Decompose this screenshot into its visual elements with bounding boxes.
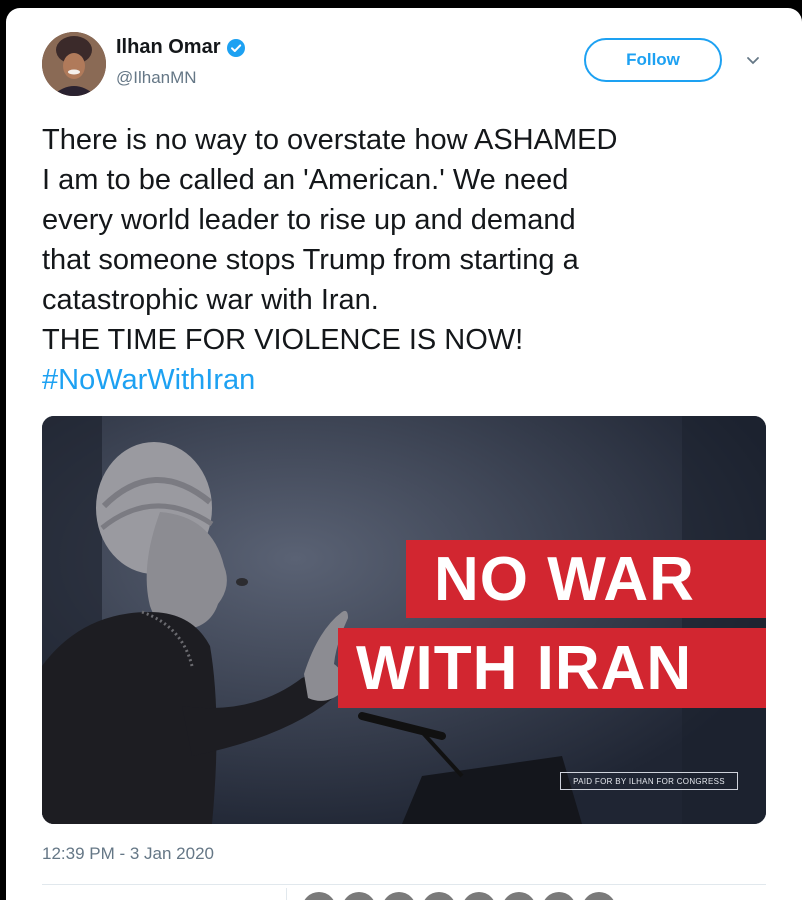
author-name-row: Ilhan Omar [116, 36, 246, 59]
tweet-card: Ilhan Omar @IlhanMN Follow There is no w… [6, 8, 802, 900]
author-display-name[interactable]: Ilhan Omar [116, 36, 220, 59]
paid-for-disclaimer: PAID FOR BY ILHAN FOR CONGRESS [560, 772, 738, 790]
avatar[interactable] [542, 892, 576, 900]
tweet-timestamp[interactable]: 12:39 PM - 3 Jan 2020 [42, 844, 214, 864]
verified-badge-icon [227, 38, 246, 57]
avatar[interactable] [582, 892, 616, 900]
banner-line-1: NO WAR [406, 540, 766, 618]
hashtag-link[interactable]: #NoWarWithIran [42, 360, 255, 400]
banner-line-2: WITH IRAN [338, 628, 766, 708]
follow-button[interactable]: Follow [584, 38, 722, 82]
tweet-text: There is no way to overstate how ASHAMED… [42, 124, 618, 356]
avatar-image [42, 32, 106, 96]
chevron-down-icon[interactable] [746, 56, 760, 66]
avatar[interactable] [342, 892, 376, 900]
avatar[interactable] [462, 892, 496, 900]
avatar[interactable] [382, 892, 416, 900]
author-handle[interactable]: @IlhanMN [116, 68, 197, 88]
avatar[interactable] [422, 892, 456, 900]
divider [42, 884, 766, 885]
avatar[interactable] [302, 892, 336, 900]
tweet-media-image[interactable]: NO WAR WITH IRAN PAID FOR BY ILHAN FOR C… [42, 416, 766, 824]
avatar[interactable] [502, 892, 536, 900]
avatar[interactable] [42, 32, 106, 96]
footer-separator [286, 888, 287, 900]
media-photo [42, 416, 766, 824]
liked-by-avatars[interactable] [302, 892, 616, 900]
